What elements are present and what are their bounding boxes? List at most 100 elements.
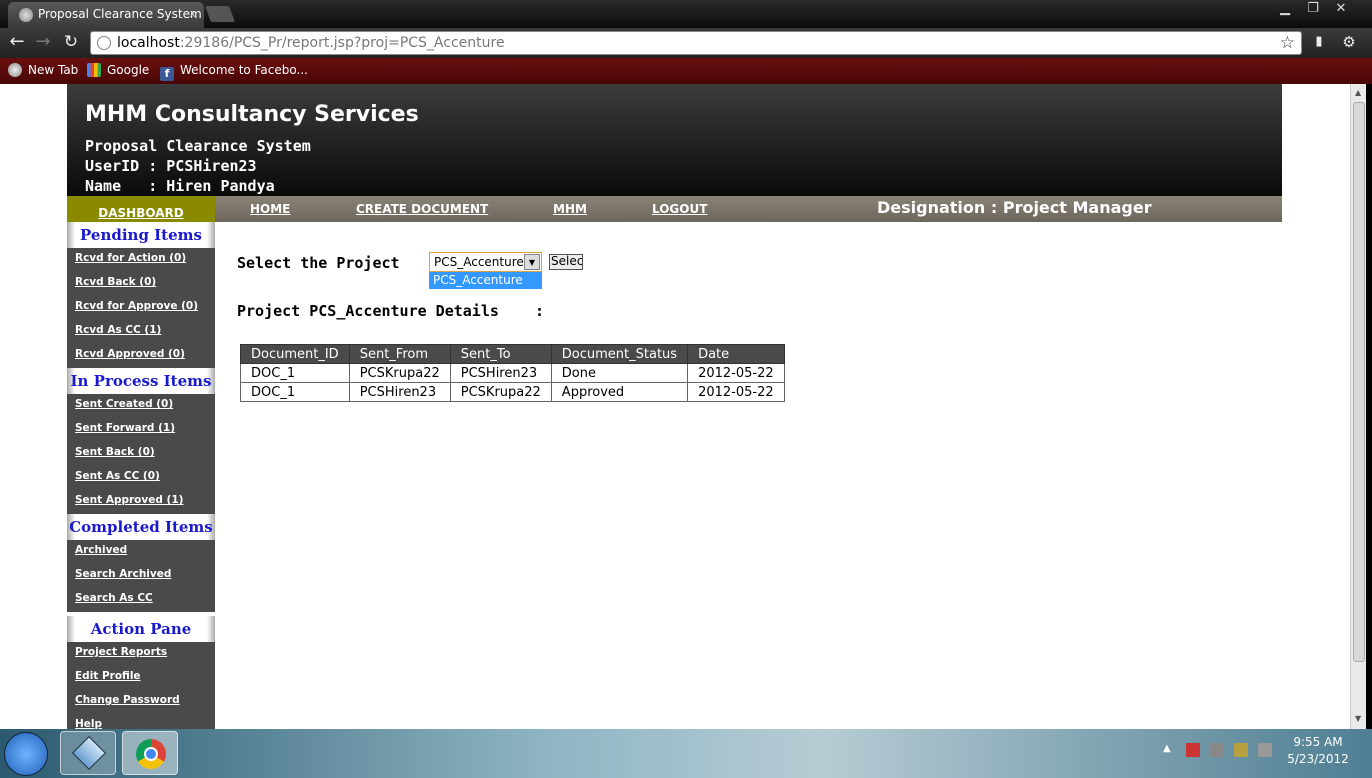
sidebar-change-password[interactable]: Change Password — [67, 690, 215, 714]
power-icon[interactable] — [1234, 743, 1248, 757]
facebook-icon: f — [160, 67, 174, 81]
wrench-icon[interactable]: ⚙ — [1338, 33, 1360, 53]
table-header-row: Document_ID Sent_From Sent_To Document_S… — [240, 344, 786, 364]
site-header: MHM Consultancy Services Proposal Cleara… — [67, 84, 1282, 196]
network-icon[interactable] — [1210, 743, 1224, 757]
page-icon — [97, 36, 111, 50]
tray-expand-icon[interactable]: ▲ — [1163, 743, 1171, 754]
new-tab-button[interactable] — [205, 6, 235, 22]
cell-status: Done — [550, 363, 689, 383]
tab-close-icon[interactable]: x — [189, 7, 196, 20]
bookmark-star-icon[interactable]: ☆ — [1280, 33, 1295, 53]
nav-home-link[interactable]: HOME — [250, 202, 290, 216]
bookmarks-bar: New Tab Google f Welcome to Facebo... — [0, 58, 1372, 84]
vertical-scrollbar[interactable]: ▲ ▼ — [1350, 84, 1366, 729]
bookmark-facebook[interactable]: f Welcome to Facebo... — [160, 63, 308, 81]
select-button[interactable]: Select — [549, 254, 583, 270]
action-pane-heading: Action Pane — [67, 616, 215, 642]
window-edge — [1366, 84, 1372, 729]
bookmark-label: Google — [107, 63, 150, 77]
sidebar-search-as-cc[interactable]: Search As CC — [67, 588, 215, 612]
page-viewport: MHM Consultancy Services Proposal Cleara… — [0, 84, 1350, 729]
page-actions-icon[interactable]: ▮ — [1308, 33, 1330, 53]
cell-sent-from: PCSKrupa22 — [348, 363, 451, 383]
system-clock[interactable]: 9:55 AM 5/23/2012 — [1283, 734, 1353, 768]
cube-icon — [72, 736, 106, 770]
completed-items-heading: Completed Items — [67, 514, 215, 540]
documents-table: Document_ID Sent_From Sent_To Document_S… — [240, 344, 786, 402]
minimize-button[interactable]: ▁ — [1270, 0, 1300, 20]
user-name: Name : Hiren Pandya — [85, 177, 275, 195]
cell-sent-to: PCSKrupa22 — [449, 382, 552, 402]
sidebar-rcvd-for-approve[interactable]: Rcvd for Approve (0) — [67, 296, 215, 320]
system-name: Proposal Clearance System — [85, 137, 311, 155]
sidebar-rcvd-back[interactable]: Rcvd Back (0) — [67, 272, 215, 296]
project-select-value: PCS_Accenture — [434, 255, 524, 269]
browser-title-bar: Proposal Clearance System x ▁ ❐ ✕ — [0, 0, 1372, 28]
project-select[interactable]: PCS_Accenture ▼ — [429, 252, 542, 272]
nav-mhm-link[interactable]: MHM — [553, 202, 587, 216]
nav-logout-link[interactable]: LOGOUT — [652, 202, 707, 216]
nav-dashboard-tab[interactable]: DASHBOARD — [67, 196, 215, 222]
sidebar-rcvd-approved[interactable]: Rcvd Approved (0) — [67, 344, 215, 368]
action-center-flag-icon[interactable] — [1186, 743, 1200, 757]
pending-items-heading: Pending Items — [67, 222, 215, 248]
taskbar-app-virtualbox-icon[interactable] — [60, 731, 116, 775]
bookmark-google[interactable]: Google — [87, 63, 149, 77]
sidebar-project-reports[interactable]: Project Reports — [67, 642, 215, 666]
scrollbar-thumb[interactable] — [1353, 102, 1365, 662]
tab-title: Proposal Clearance System — [38, 7, 202, 21]
url-host: localhost — [117, 35, 180, 51]
url-path: :29186/PCS_Pr/report.jsp?proj=PCS_Accent… — [179, 35, 505, 51]
address-bar[interactable]: localhost:29186/PCS_Pr/report.jsp?proj=P… — [90, 31, 1302, 55]
select-project-label: Select the Project : — [237, 254, 445, 272]
table-row: DOC_1 PCSKrupa22 PCSHiren23 Done 2012-05… — [240, 363, 786, 383]
chrome-icon — [8, 63, 22, 77]
reload-icon[interactable]: ↻ — [60, 33, 82, 53]
sidebar-sent-created[interactable]: Sent Created (0) — [67, 394, 215, 418]
sidebar-sent-back[interactable]: Sent Back (0) — [67, 442, 215, 466]
sidebar-rcvd-for-action[interactable]: Rcvd for Action (0) — [67, 248, 215, 272]
sidebar-sent-as-cc[interactable]: Sent As CC (0) — [67, 466, 215, 490]
table-row: DOC_1 PCSHiren23 PCSKrupa22 Approved 201… — [240, 382, 786, 402]
nav-dashboard-link[interactable]: DASHBOARD — [98, 206, 183, 220]
sidebar-help[interactable]: Help — [67, 714, 215, 729]
cell-date: 2012-05-22 — [687, 363, 786, 383]
sidebar-archived[interactable]: Archived — [67, 540, 215, 564]
col-date: Date — [687, 344, 786, 364]
nav-create-document-link[interactable]: CREATE DOCUMENT — [356, 202, 488, 216]
forward-icon[interactable]: → — [32, 33, 54, 53]
taskbar: ▲ 9:55 AM 5/23/2012 — [0, 729, 1372, 778]
chevron-down-icon[interactable]: ▼ — [524, 254, 540, 270]
sidebar-search-archived[interactable]: Search Archived — [67, 564, 215, 588]
designation-label: Designation : Project Manager — [877, 198, 1152, 217]
close-window-button[interactable]: ✕ — [1326, 0, 1356, 20]
page-favicon-icon — [19, 8, 33, 22]
back-icon[interactable]: ← — [6, 33, 28, 53]
browser-toolbar: ← → ↻ localhost:29186/PCS_Pr/report.jsp?… — [0, 28, 1372, 58]
cell-status: Approved — [550, 382, 689, 402]
bookmark-label: Welcome to Facebo... — [180, 63, 308, 77]
maximize-button[interactable]: ❐ — [1298, 0, 1328, 20]
browser-tab[interactable]: Proposal Clearance System x — [8, 2, 204, 28]
scroll-down-icon[interactable]: ▼ — [1355, 714, 1361, 723]
volume-muted-icon[interactable] — [1258, 743, 1272, 757]
taskbar-app-chrome-icon[interactable] — [122, 731, 178, 775]
cell-sent-to: PCSHiren23 — [449, 363, 552, 383]
sidebar-sent-approved[interactable]: Sent Approved (1) — [67, 490, 215, 514]
sidebar-rcvd-as-cc[interactable]: Rcvd As CC (1) — [67, 320, 215, 344]
col-sent-to: Sent_To — [449, 344, 552, 364]
project-option[interactable]: PCS_Accenture — [429, 272, 542, 289]
col-document-id: Document_ID — [240, 344, 350, 364]
user-id: UserID : PCSHiren23 — [85, 157, 257, 175]
company-name: MHM Consultancy Services — [85, 102, 419, 127]
start-button-icon[interactable] — [4, 732, 48, 776]
cell-sent-from: PCSHiren23 — [348, 382, 451, 402]
clock-date: 5/23/2012 — [1287, 752, 1349, 766]
chrome-logo-icon — [136, 739, 166, 769]
scroll-up-icon[interactable]: ▲ — [1355, 88, 1361, 97]
sidebar-sent-forward[interactable]: Sent Forward (1) — [67, 418, 215, 442]
bookmark-label: New Tab — [28, 63, 79, 77]
sidebar-edit-profile[interactable]: Edit Profile — [67, 666, 215, 690]
bookmark-new-tab[interactable]: New Tab — [8, 63, 78, 77]
